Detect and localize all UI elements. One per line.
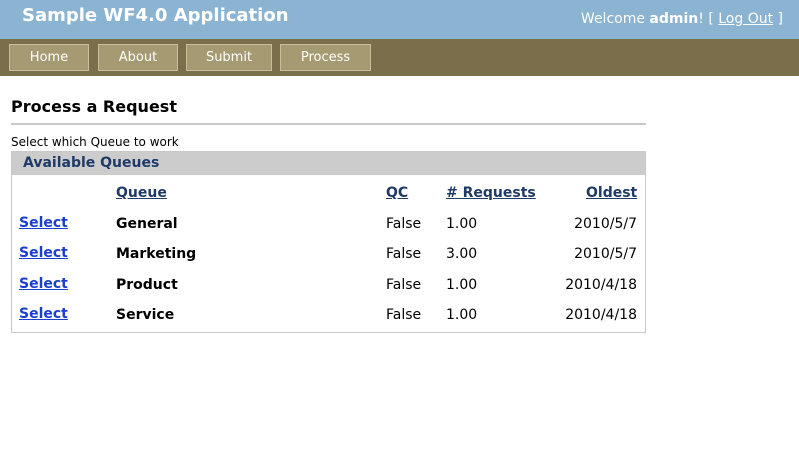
welcome-text: Welcome bbox=[580, 11, 650, 27]
qc-value: False bbox=[386, 277, 422, 293]
oldest-date: 2010/5/7 bbox=[574, 246, 637, 262]
queue-name: Marketing bbox=[116, 246, 197, 262]
app-title: Sample WF4.0 Application bbox=[22, 5, 289, 26]
page-title: Process a Request bbox=[11, 97, 177, 116]
request-count: 1.00 bbox=[446, 277, 478, 293]
queue-name: Product bbox=[116, 277, 178, 293]
instruction-text: Select which Queue to work bbox=[11, 135, 179, 149]
queues-panel-title: Available Queues bbox=[23, 155, 160, 171]
bracket-open: ! [ bbox=[698, 11, 719, 27]
column-header-qc[interactable]: QC bbox=[386, 185, 408, 201]
menu-item-process[interactable]: Process bbox=[280, 44, 371, 71]
request-count: 1.00 bbox=[446, 307, 478, 323]
app-header: Sample WF4.0 Application Welcome admin! … bbox=[0, 0, 799, 39]
request-count: 3.00 bbox=[446, 246, 478, 262]
main-menu: Home About Submit Process bbox=[0, 39, 799, 76]
column-header-queue[interactable]: Queue bbox=[116, 185, 167, 201]
select-link[interactable]: Select bbox=[19, 215, 68, 231]
bracket-close: ] bbox=[773, 11, 783, 27]
oldest-date: 2010/5/7 bbox=[574, 216, 637, 232]
logout-link[interactable]: Log Out bbox=[718, 11, 773, 27]
qc-value: False bbox=[386, 307, 422, 323]
title-divider bbox=[11, 123, 646, 125]
login-status: Welcome admin! [ Log Out ] bbox=[581, 11, 783, 27]
select-link[interactable]: Select bbox=[19, 306, 68, 322]
oldest-date: 2010/4/18 bbox=[565, 277, 637, 293]
queues-panel-header: Available Queues bbox=[12, 152, 645, 175]
oldest-date: 2010/4/18 bbox=[565, 307, 637, 323]
column-header-requests[interactable]: # Requests bbox=[446, 185, 536, 201]
queue-name: General bbox=[116, 216, 178, 232]
column-header-oldest[interactable]: Oldest bbox=[586, 185, 637, 201]
menu-item-about[interactable]: About bbox=[98, 44, 178, 71]
qc-value: False bbox=[386, 216, 422, 232]
menu-item-submit[interactable]: Submit bbox=[186, 44, 272, 71]
queue-name: Service bbox=[116, 307, 175, 323]
select-link[interactable]: Select bbox=[19, 276, 68, 292]
menu-item-home[interactable]: Home bbox=[9, 44, 89, 71]
username: admin bbox=[649, 11, 699, 27]
qc-value: False bbox=[386, 246, 422, 262]
select-link[interactable]: Select bbox=[19, 245, 68, 261]
request-count: 1.00 bbox=[446, 216, 478, 232]
available-queues-panel: Available Queues bbox=[11, 151, 646, 333]
